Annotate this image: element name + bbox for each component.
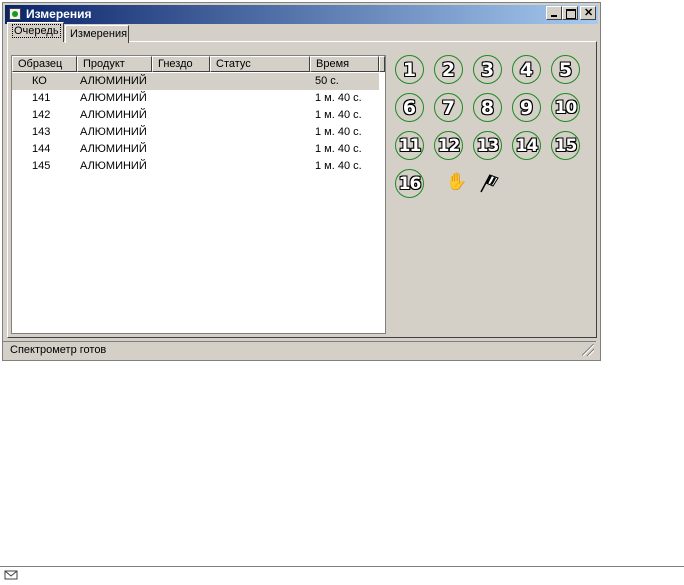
table-row[interactable]: 142 АЛЮМИНИЙ 1 м. 40 с. (12, 107, 379, 124)
cell-time: 1 м. 40 с. (315, 160, 362, 172)
maximize-button[interactable] (562, 6, 578, 20)
tab-queue-label: Очередь (12, 24, 61, 38)
cell-product: АЛЮМИНИЙ (80, 126, 147, 138)
cell-time: 50 с. (315, 75, 339, 87)
cell-product: АЛЮМИНИЙ (80, 160, 147, 172)
window-title: Измерения (26, 7, 92, 21)
taskbar-divider (0, 566, 684, 567)
cell-sample: 144 (32, 143, 51, 155)
cell-product: АЛЮМИНИЙ (80, 92, 147, 104)
title-bar[interactable]: Измерения (5, 5, 598, 24)
cell-sample: 141 (32, 92, 51, 104)
cell-sample: 142 (32, 109, 51, 121)
sampler-position-5[interactable]: 5 (551, 55, 580, 84)
cell-product: АЛЮМИНИЙ (80, 109, 147, 121)
sampler-position-4[interactable]: 4 (512, 55, 541, 84)
cell-time: 1 м. 40 с. (315, 126, 362, 138)
resize-grip-icon[interactable] (582, 344, 594, 356)
sampler-position-14[interactable]: 14 (512, 131, 541, 160)
cell-time: 1 м. 40 с. (315, 143, 362, 155)
hand-icon[interactable]: ✋ (446, 172, 467, 192)
tab-measurements[interactable]: Измерения (65, 25, 129, 43)
tab-queue[interactable]: Очередь (7, 22, 64, 42)
close-button[interactable] (580, 6, 596, 20)
minimize-button[interactable] (546, 6, 562, 20)
table-header: Образец Продукт Гнездо Статус Время (12, 56, 385, 72)
sampler-position-15[interactable]: 15 (551, 131, 580, 160)
sampler-position-3[interactable]: 3 (473, 55, 502, 84)
column-header-product[interactable]: Продукт (77, 56, 152, 72)
sampler-position-1[interactable]: 1 (395, 55, 424, 84)
sampler-position-10[interactable]: 10 (551, 93, 580, 122)
status-text: Спектрометр готов (10, 344, 107, 356)
sampler-position-2[interactable]: 2 (434, 55, 463, 84)
column-header-slot[interactable]: Гнездо (152, 56, 210, 72)
column-header-time[interactable]: Время (310, 56, 379, 72)
checkered-flag-icon[interactable] (478, 172, 500, 194)
table-row[interactable]: 145 АЛЮМИНИЙ 1 м. 40 с. (12, 158, 379, 175)
sampler-position-9[interactable]: 9 (512, 93, 541, 122)
cell-time: 1 м. 40 с. (315, 109, 362, 121)
cell-sample: 145 (32, 160, 51, 172)
sampler-position-13[interactable]: 13 (473, 131, 502, 160)
cell-product: АЛЮМИНИЙ (80, 75, 147, 87)
cell-sample: 143 (32, 126, 51, 138)
table-row[interactable]: 143 АЛЮМИНИЙ 1 м. 40 с. (12, 124, 379, 141)
cell-time: 1 м. 40 с. (315, 92, 362, 104)
cell-sample: КО (32, 75, 47, 87)
sampler-position-7[interactable]: 7 (434, 93, 463, 122)
column-header-filler (379, 56, 385, 72)
app-icon (9, 8, 21, 20)
table-row[interactable]: 144 АЛЮМИНИЙ 1 м. 40 с. (12, 141, 379, 158)
sampler-position-8[interactable]: 8 (473, 93, 502, 122)
column-header-sample[interactable]: Образец (12, 56, 77, 72)
envelope-icon[interactable] (4, 569, 18, 581)
sampler-position-16[interactable]: 16 (395, 169, 424, 198)
sampler-position-11[interactable]: 11 (395, 131, 424, 160)
table-row[interactable]: КО АЛЮМИНИЙ 50 с. (12, 73, 379, 90)
column-header-status[interactable]: Статус (210, 56, 310, 72)
status-bar: Спектрометр готов (3, 341, 596, 358)
sampler-position-12[interactable]: 12 (434, 131, 463, 160)
table-row[interactable]: 141 АЛЮМИНИЙ 1 м. 40 с. (12, 90, 379, 107)
cell-product: АЛЮМИНИЙ (80, 143, 147, 155)
queue-table[interactable]: Образец Продукт Гнездо Статус Время КО АЛ… (11, 55, 386, 334)
sampler-position-6[interactable]: 6 (395, 93, 424, 122)
